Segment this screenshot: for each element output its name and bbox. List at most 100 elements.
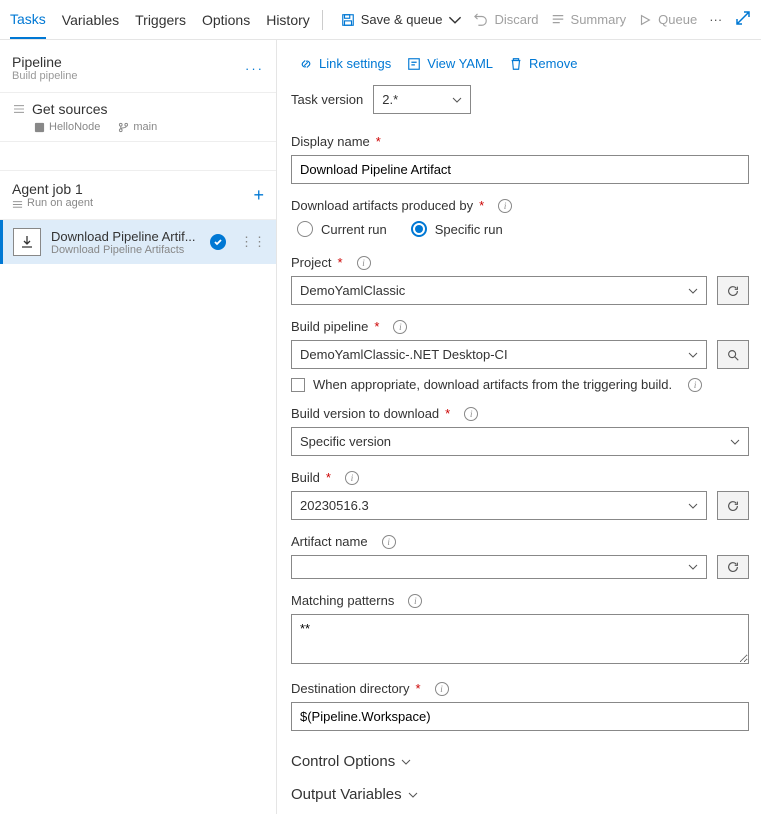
link-icon (299, 57, 313, 71)
repo-label: HelloNode (49, 121, 100, 133)
pipeline-title: Pipeline (12, 54, 77, 70)
task-version-select[interactable]: 2.* (373, 85, 471, 114)
radio-current-run[interactable]: Current run (297, 221, 387, 237)
matching-patterns-label: Matching patterns (291, 593, 394, 608)
destination-dir-input[interactable] (291, 702, 749, 731)
triggering-build-label: When appropriate, download artifacts fro… (313, 377, 672, 392)
download-icon (19, 234, 35, 250)
control-options-label: Control Options (291, 753, 395, 770)
build-version-value: Specific version (300, 434, 391, 449)
project-select[interactable]: DemoYamlClassic (291, 276, 707, 305)
refresh-artifact-button[interactable] (717, 555, 749, 579)
queue-button[interactable]: Queue (632, 8, 703, 31)
chevron-down-icon (688, 501, 698, 511)
pipeline-header[interactable]: Pipeline Build pipeline ··· (0, 48, 276, 92)
info-icon[interactable]: i (382, 535, 396, 549)
build-version-select[interactable]: Specific version (291, 427, 749, 456)
summary-icon (551, 13, 565, 27)
right-panel: Link settings View YAML Remove Task vers… (277, 40, 761, 814)
build-pipeline-select[interactable]: DemoYamlClassic-.NET Desktop-CI (291, 340, 707, 369)
pipeline-subtitle: Build pipeline (12, 70, 77, 82)
task-title: Download Pipeline Artif... (51, 229, 196, 244)
refresh-project-button[interactable] (717, 276, 749, 305)
left-panel: Pipeline Build pipeline ··· Get sources … (0, 40, 277, 814)
drag-handle-icon[interactable]: ⋮⋮ (236, 234, 266, 250)
remove-button[interactable]: Remove (509, 56, 577, 71)
agent-icon (12, 198, 23, 209)
agent-job-item[interactable]: Agent job 1 Run on agent + (0, 170, 276, 220)
play-icon (638, 13, 652, 27)
discard-label: Discard (494, 12, 538, 27)
link-settings-label: Link settings (319, 56, 391, 71)
task-item-download-artifact[interactable]: Download Pipeline Artif... Download Pipe… (0, 220, 276, 264)
queue-label: Queue (658, 12, 697, 27)
refresh-icon (726, 560, 740, 574)
view-yaml-button[interactable]: View YAML (407, 56, 493, 71)
tab-options[interactable]: Options (202, 2, 250, 38)
triggering-build-checkbox[interactable] (291, 378, 305, 392)
repo-icon (34, 122, 45, 133)
display-name-input[interactable] (291, 155, 749, 184)
output-variables-header[interactable]: Output Variables (291, 778, 749, 811)
view-yaml-label: View YAML (427, 56, 493, 71)
branch-label: main (133, 121, 157, 133)
destination-dir-label: Destination directory (291, 681, 410, 696)
build-pipeline-label: Build pipeline (291, 319, 368, 334)
info-icon[interactable]: i (688, 378, 702, 392)
chevron-down-icon (730, 437, 740, 447)
divider (322, 10, 323, 30)
save-queue-button[interactable]: Save & queue (335, 8, 469, 31)
pipeline-more-button[interactable]: ··· (245, 61, 264, 76)
yaml-icon (407, 57, 421, 71)
artifact-name-select[interactable] (291, 555, 707, 579)
discard-button[interactable]: Discard (468, 8, 544, 31)
info-icon[interactable]: i (393, 320, 407, 334)
tab-variables[interactable]: Variables (62, 2, 119, 38)
refresh-build-button[interactable] (717, 491, 749, 520)
summary-button[interactable]: Summary (545, 8, 633, 31)
info-icon[interactable]: i (357, 256, 371, 270)
search-icon (726, 348, 740, 362)
info-icon[interactable]: i (498, 199, 512, 213)
build-value: 20230516.3 (300, 498, 369, 513)
remove-label: Remove (529, 56, 577, 71)
chevron-down-icon (401, 757, 411, 767)
sources-icon (12, 104, 26, 114)
tab-history[interactable]: History (266, 2, 310, 38)
chevron-down-icon (448, 13, 462, 27)
chevron-down-icon (408, 790, 418, 800)
info-icon[interactable]: i (464, 407, 478, 421)
project-value: DemoYamlClassic (300, 283, 405, 298)
matching-patterns-input[interactable] (291, 614, 749, 664)
repo-item: HelloNode (34, 121, 100, 133)
tab-tasks[interactable]: Tasks (10, 1, 46, 39)
trash-icon (509, 57, 523, 71)
get-sources-item[interactable]: Get sources HelloNode main (0, 92, 276, 142)
info-icon[interactable]: i (345, 471, 359, 485)
chevron-down-icon (452, 95, 462, 105)
info-icon[interactable]: i (408, 594, 422, 608)
task-icon-box (13, 228, 41, 256)
more-button[interactable]: ··· (703, 8, 728, 31)
top-toolbar: Tasks Variables Triggers Options History… (0, 0, 761, 40)
chevron-down-icon (688, 350, 698, 360)
build-select[interactable]: 20230516.3 (291, 491, 707, 520)
add-task-button[interactable]: + (253, 185, 264, 206)
link-settings-button[interactable]: Link settings (299, 56, 391, 71)
info-icon[interactable]: i (435, 682, 449, 696)
tab-triggers[interactable]: Triggers (135, 2, 186, 38)
fullscreen-button[interactable] (735, 10, 751, 29)
agent-job-title: Agent job 1 (12, 181, 93, 197)
radio-specific-run[interactable]: Specific run (411, 221, 503, 237)
undo-icon (474, 13, 488, 27)
build-version-label: Build version to download (291, 406, 439, 421)
refresh-icon (726, 499, 740, 513)
task-status-icon (210, 234, 226, 250)
summary-label: Summary (571, 12, 627, 27)
agent-job-subtitle: Run on agent (27, 197, 93, 209)
display-name-label: Display name (291, 134, 370, 149)
search-pipeline-button[interactable] (717, 340, 749, 369)
radio-specific-label: Specific run (435, 222, 503, 237)
build-label: Build (291, 470, 320, 485)
control-options-header[interactable]: Control Options (291, 745, 749, 778)
